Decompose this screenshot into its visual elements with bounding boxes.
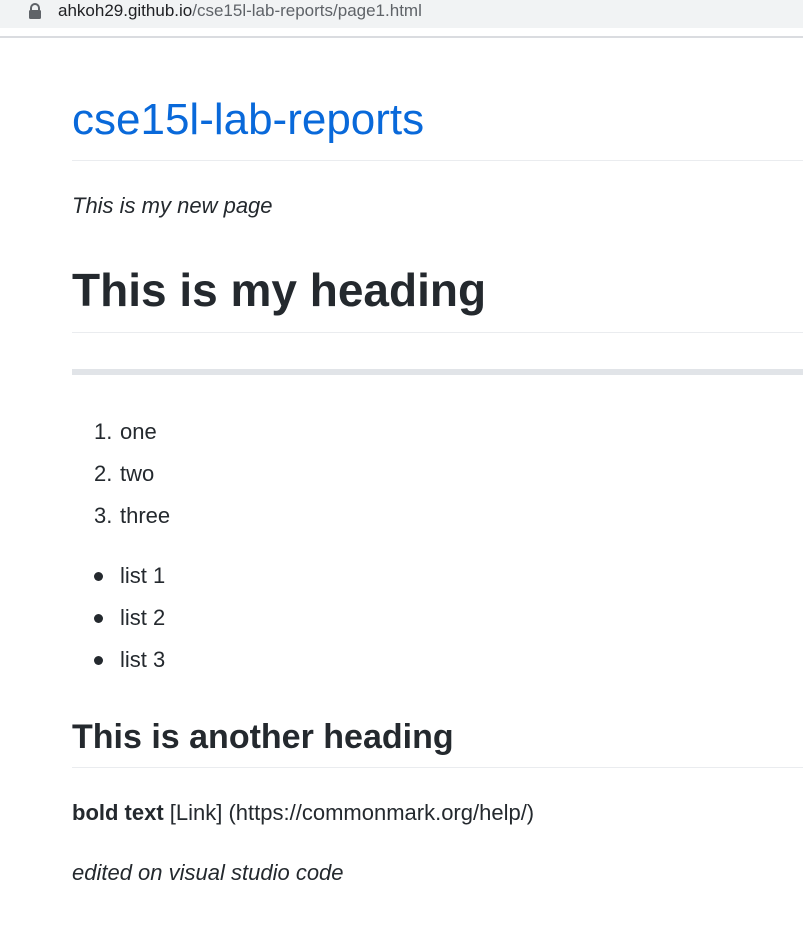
bold-text: bold text [72, 800, 164, 825]
unordered-list-item: list 3 [72, 645, 165, 687]
list-item-text: list 2 [120, 605, 166, 630]
bullet-icon [94, 572, 103, 581]
lock-icon[interactable] [28, 3, 42, 19]
list-item-text: three [120, 503, 171, 528]
title-divider [72, 160, 803, 161]
footer-note: edited on visual studio code [72, 860, 344, 885]
secondary-heading: This is another heading [72, 718, 454, 756]
url-field[interactable]: ahkoh29.github.io/cse15l-lab-reports/pag… [0, 0, 803, 28]
ordered-list-item: 2. two [72, 459, 170, 501]
list-number: 3. [94, 503, 113, 528]
unordered-list-item: list 2 [72, 603, 165, 645]
bullet-icon [94, 656, 103, 665]
url-path: /cse15l-lab-reports/page1.html [192, 1, 422, 20]
ordered-list-item: 1. one [72, 417, 170, 459]
unordered-list: list 1 list 2 list 3 [72, 561, 165, 687]
list-item-text: two [120, 461, 155, 486]
link-paragraph: bold text [Link] (https://commonmark.org… [72, 798, 534, 828]
browser-address-bar: ahkoh29.github.io/cse15l-lab-reports/pag… [0, 0, 803, 38]
heading-divider [72, 332, 803, 333]
secondary-heading-divider [72, 767, 803, 768]
site-title-link[interactable]: cse15l-lab-reports [72, 94, 424, 146]
list-item-text: one [120, 419, 157, 444]
link-markdown-text: [Link] (https://commonmark.org/help/) [163, 800, 535, 825]
page-heading: This is my heading [72, 264, 487, 316]
list-item-text: list 1 [120, 563, 166, 588]
intro-text: This is my new page [72, 193, 273, 218]
ordered-list: 1. one 2. two 3. three [72, 417, 170, 543]
list-item-text: list 3 [120, 647, 166, 672]
url-host: ahkoh29.github.io [58, 1, 193, 20]
ordered-list-item: 3. three [72, 501, 170, 543]
url-text[interactable]: ahkoh29.github.io/cse15l-lab-reports/pag… [58, 1, 422, 21]
list-number: 2. [94, 461, 113, 486]
bullet-icon [94, 614, 103, 623]
list-number: 1. [94, 419, 113, 444]
horizontal-rule [72, 369, 803, 375]
unordered-list-item: list 1 [72, 561, 165, 603]
